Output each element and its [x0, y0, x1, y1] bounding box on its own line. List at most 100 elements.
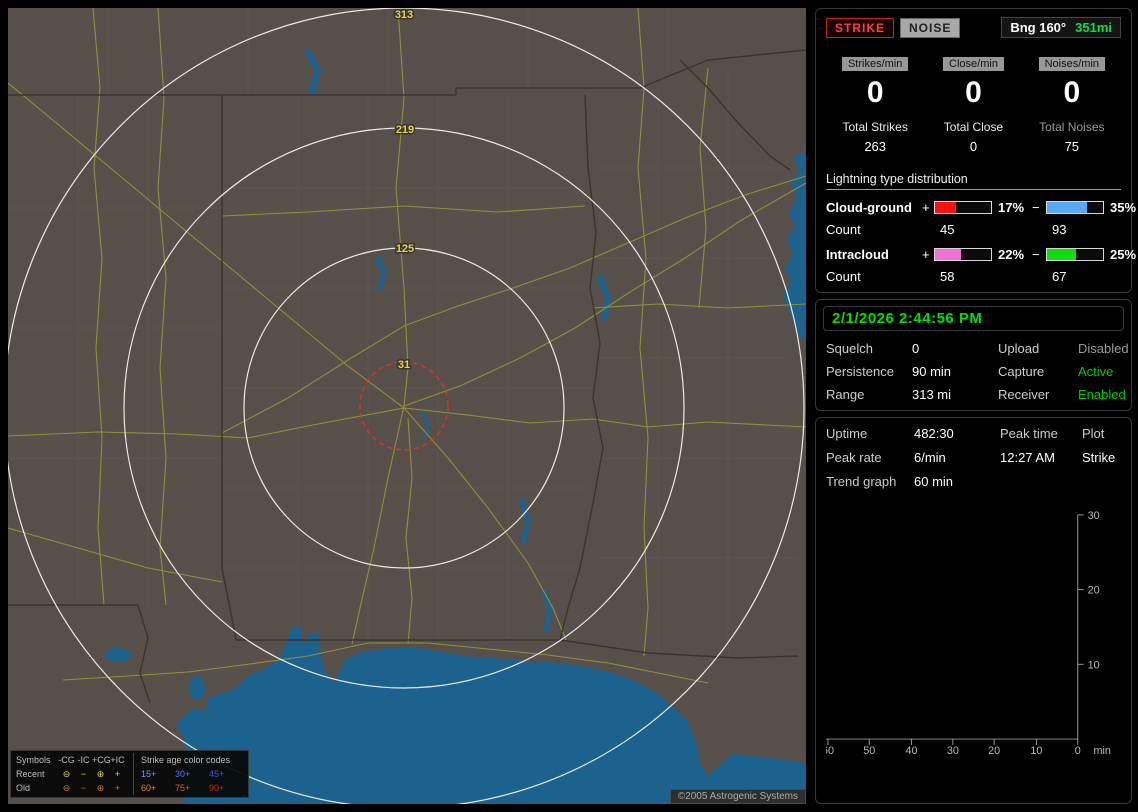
- svg-text:0: 0: [1075, 745, 1081, 755]
- plus-sign: +: [922, 247, 930, 262]
- device-status-section: 2/1/2026 2:44:56 PM Squelch 0 Upload Dis…: [815, 299, 1132, 411]
- age-90: 90+: [209, 783, 225, 793]
- legend-row-old-label: Old: [16, 783, 31, 793]
- minus-sign: −: [1032, 247, 1040, 262]
- total-close-value: 0: [969, 139, 978, 154]
- counters-section: STRIKE NOISE Bng 160° 351mi Strikes/min …: [815, 8, 1136, 293]
- range-label: Range: [826, 387, 865, 402]
- peak-time-value: 12:27 AM: [1000, 450, 1055, 465]
- persistence-label: Persistence: [826, 364, 894, 379]
- bearing-label: Bng 160°: [1010, 20, 1067, 35]
- receiver-status: Enabled: [1078, 387, 1126, 402]
- total-noises-value: 75: [1064, 139, 1080, 154]
- legend-age-codes: Strike age color codes 15+ 30+ 45+ 60+ 7…: [133, 753, 243, 795]
- trend-graph-label: Trend graph: [826, 474, 897, 489]
- trend-axes: [826, 514, 1084, 745]
- svg-text:10: 10: [1030, 745, 1042, 755]
- lake: [207, 696, 219, 714]
- stats-grid: Uptime 482:30 Peak time Plot Peak rate 6…: [826, 426, 1121, 489]
- age-45: 45+: [209, 769, 225, 779]
- range-value: 313 mi: [912, 387, 952, 402]
- intracloud-negative-pct: 25%: [1110, 247, 1137, 262]
- ring-label-31: 31: [398, 359, 410, 371]
- recent-cg-pos-icon: ⊕: [96, 769, 105, 779]
- trend-axis-labels: 30 20 10 60 50 40 30 20 10 0 min: [826, 510, 1111, 755]
- peak-rate-label: Peak rate: [826, 450, 882, 465]
- intracloud-negative-gauge: [1046, 248, 1104, 261]
- cloud-ground-positive-count: 45: [940, 222, 955, 237]
- copyright-notice: ©2005 Astrogenic Systems: [669, 789, 806, 804]
- ring-label-313: 313: [395, 9, 413, 21]
- trend-section: Uptime 482:30 Peak time Plot Peak rate 6…: [815, 417, 1132, 804]
- lake: [105, 648, 131, 662]
- old-ic-neg-icon: −: [80, 783, 87, 793]
- bearing-readout: Bng 160° 351mi: [1001, 17, 1121, 38]
- capture-status: Active: [1078, 364, 1114, 379]
- recent-ic-neg-icon: −: [80, 769, 87, 779]
- total-strikes-value: 263: [864, 139, 887, 154]
- receiver-label: Receiver: [998, 387, 1050, 402]
- cloud-ground-negative-gauge: [1046, 201, 1104, 214]
- close-per-min-label: Close/min: [943, 57, 1004, 71]
- current-datetime: 2/1/2026 2:44:56 PM: [823, 306, 1124, 331]
- upload-label: Upload: [998, 341, 1040, 356]
- cloud-ground-row: Cloud-ground + 17% − 35%: [826, 200, 1136, 215]
- cloud-ground-count-row: Count 45 93: [826, 222, 1121, 237]
- persistence-value: 90 min: [912, 364, 952, 379]
- intracloud-positive-pct: 22%: [998, 247, 1025, 262]
- lightning-map[interactable]: 313 219 125 31 Symbols -CG -IC +CG +IC R…: [8, 8, 806, 804]
- upload-status: Disabled: [1078, 341, 1129, 356]
- minus-sign: −: [1032, 200, 1040, 215]
- legend-age-header: Strike age color codes: [141, 755, 231, 765]
- cloud-ground-positive-gauge: [934, 201, 992, 214]
- intracloud-count-row: Count 58 67: [826, 269, 1121, 284]
- legend-col--ic: -IC: [77, 755, 90, 765]
- legend-col--cg: -CG: [58, 755, 75, 765]
- rate-counters: Strikes/min 0 Total Strikes 263 Close/mi…: [826, 54, 1121, 154]
- svg-text:20: 20: [988, 745, 1000, 755]
- strike-mode-button[interactable]: STRIKE: [826, 17, 895, 38]
- svg-text:10: 10: [1088, 659, 1100, 671]
- capture-label: Capture: [998, 364, 1045, 379]
- close-per-min-value: 0: [965, 76, 982, 109]
- squelch-value: 0: [912, 341, 920, 356]
- status-panel: STRIKE NOISE Bng 160° 351mi Strikes/min …: [815, 8, 1136, 804]
- intracloud-label: Intracloud: [826, 247, 889, 262]
- old-ic-pos-icon: +: [114, 783, 121, 793]
- strikes-per-min-label: Strikes/min: [841, 57, 909, 71]
- legend-symbols: Symbols -CG -IC +CG +IC Recent ⊖ − ⊕ + O…: [16, 753, 126, 795]
- svg-text:50: 50: [863, 745, 875, 755]
- lake: [189, 676, 205, 700]
- count-label: Count: [826, 269, 861, 284]
- bearing-distance: 351mi: [1075, 20, 1112, 35]
- legend-symbols-header: Symbols: [16, 755, 51, 765]
- svg-text:20: 20: [1088, 585, 1100, 597]
- ring-label-125: 125: [396, 243, 414, 255]
- peak-rate-value: 6/min: [914, 450, 946, 465]
- status-grid: Squelch 0 Upload Disabled Persistence 90…: [826, 341, 1129, 402]
- strikes-counter: Strikes/min 0 Total Strikes 263: [826, 54, 924, 154]
- map-canvas[interactable]: 313 219 125 31: [8, 8, 806, 804]
- intracloud-negative-count: 67: [1052, 269, 1067, 284]
- strike-legend: Symbols -CG -IC +CG +IC Recent ⊖ − ⊕ + O…: [10, 750, 249, 798]
- svg-text:min: min: [1093, 745, 1110, 755]
- intracloud-row: Intracloud + 22% − 25%: [826, 247, 1136, 262]
- recent-cg-neg-icon: ⊖: [62, 769, 71, 779]
- age-75: 75+: [175, 783, 191, 793]
- distribution-title: Lightning type distribution: [826, 172, 1121, 190]
- legend-col-+ic: +IC: [110, 755, 125, 765]
- recent-ic-pos-icon: +: [114, 769, 121, 779]
- count-label: Count: [826, 222, 861, 237]
- noise-mode-button[interactable]: NOISE: [900, 17, 961, 38]
- uptime-value: 482:30: [914, 426, 954, 441]
- total-close-label: Total Close: [943, 120, 1004, 134]
- noises-per-min-label: Noises/min: [1038, 57, 1106, 71]
- strikes-per-min-value: 0: [866, 76, 884, 109]
- svg-text:30: 30: [1088, 510, 1100, 522]
- age-15: 15+: [141, 769, 157, 779]
- svg-text:30: 30: [947, 745, 959, 755]
- noises-per-min-value: 0: [1063, 76, 1081, 109]
- svg-text:40: 40: [906, 745, 918, 755]
- intracloud-positive-count: 58: [940, 269, 955, 284]
- age-60: 60+: [141, 783, 157, 793]
